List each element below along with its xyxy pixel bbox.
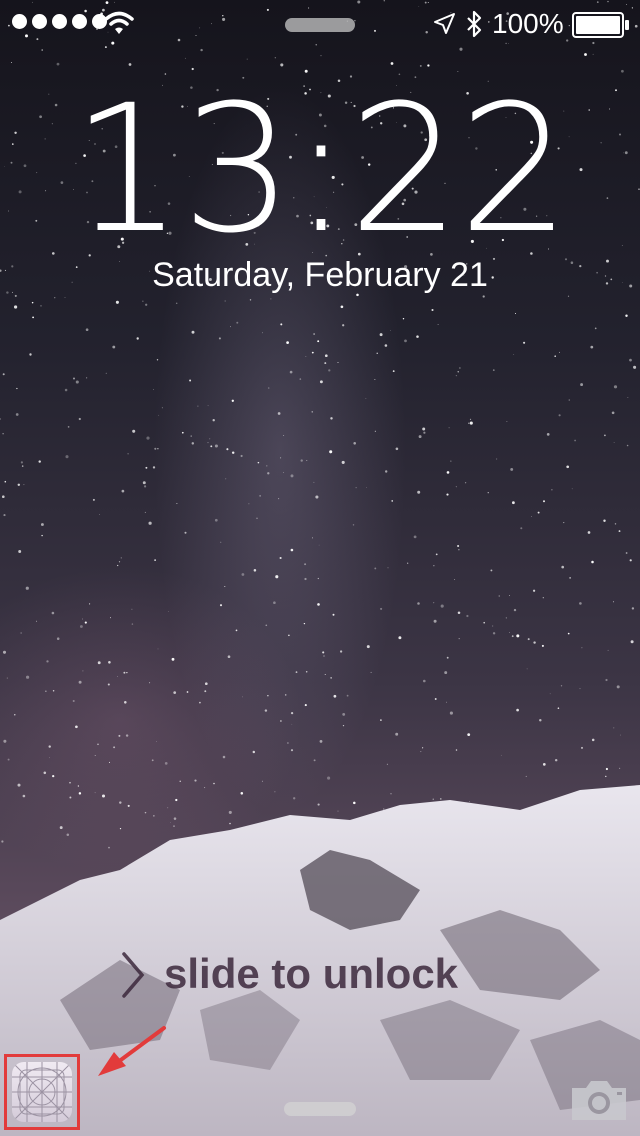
lock-screen-time: 13:22 <box>71 67 570 272</box>
lock-screen: 100% 13:22 Saturday, February 21 slide t… <box>0 0 640 1136</box>
annotation-highlight-box <box>4 1054 80 1130</box>
wifi-icon <box>104 11 134 34</box>
slide-to-unlock-label[interactable]: slide to unlock <box>164 950 458 998</box>
camera-icon[interactable] <box>570 1078 628 1122</box>
status-bar: 100% <box>0 0 640 48</box>
chevron-right-icon <box>122 952 145 998</box>
notification-center-grabber[interactable] <box>285 18 355 32</box>
annotation-arrow-icon <box>98 1026 166 1076</box>
battery-icon <box>572 12 629 38</box>
location-arrow-icon <box>434 13 455 34</box>
lock-screen-date: Saturday, February 21 <box>152 256 488 294</box>
signal-strength-icon <box>12 14 107 29</box>
bluetooth-icon <box>467 10 482 38</box>
control-center-grabber[interactable] <box>284 1102 356 1116</box>
battery-percent: 100% <box>492 8 564 39</box>
